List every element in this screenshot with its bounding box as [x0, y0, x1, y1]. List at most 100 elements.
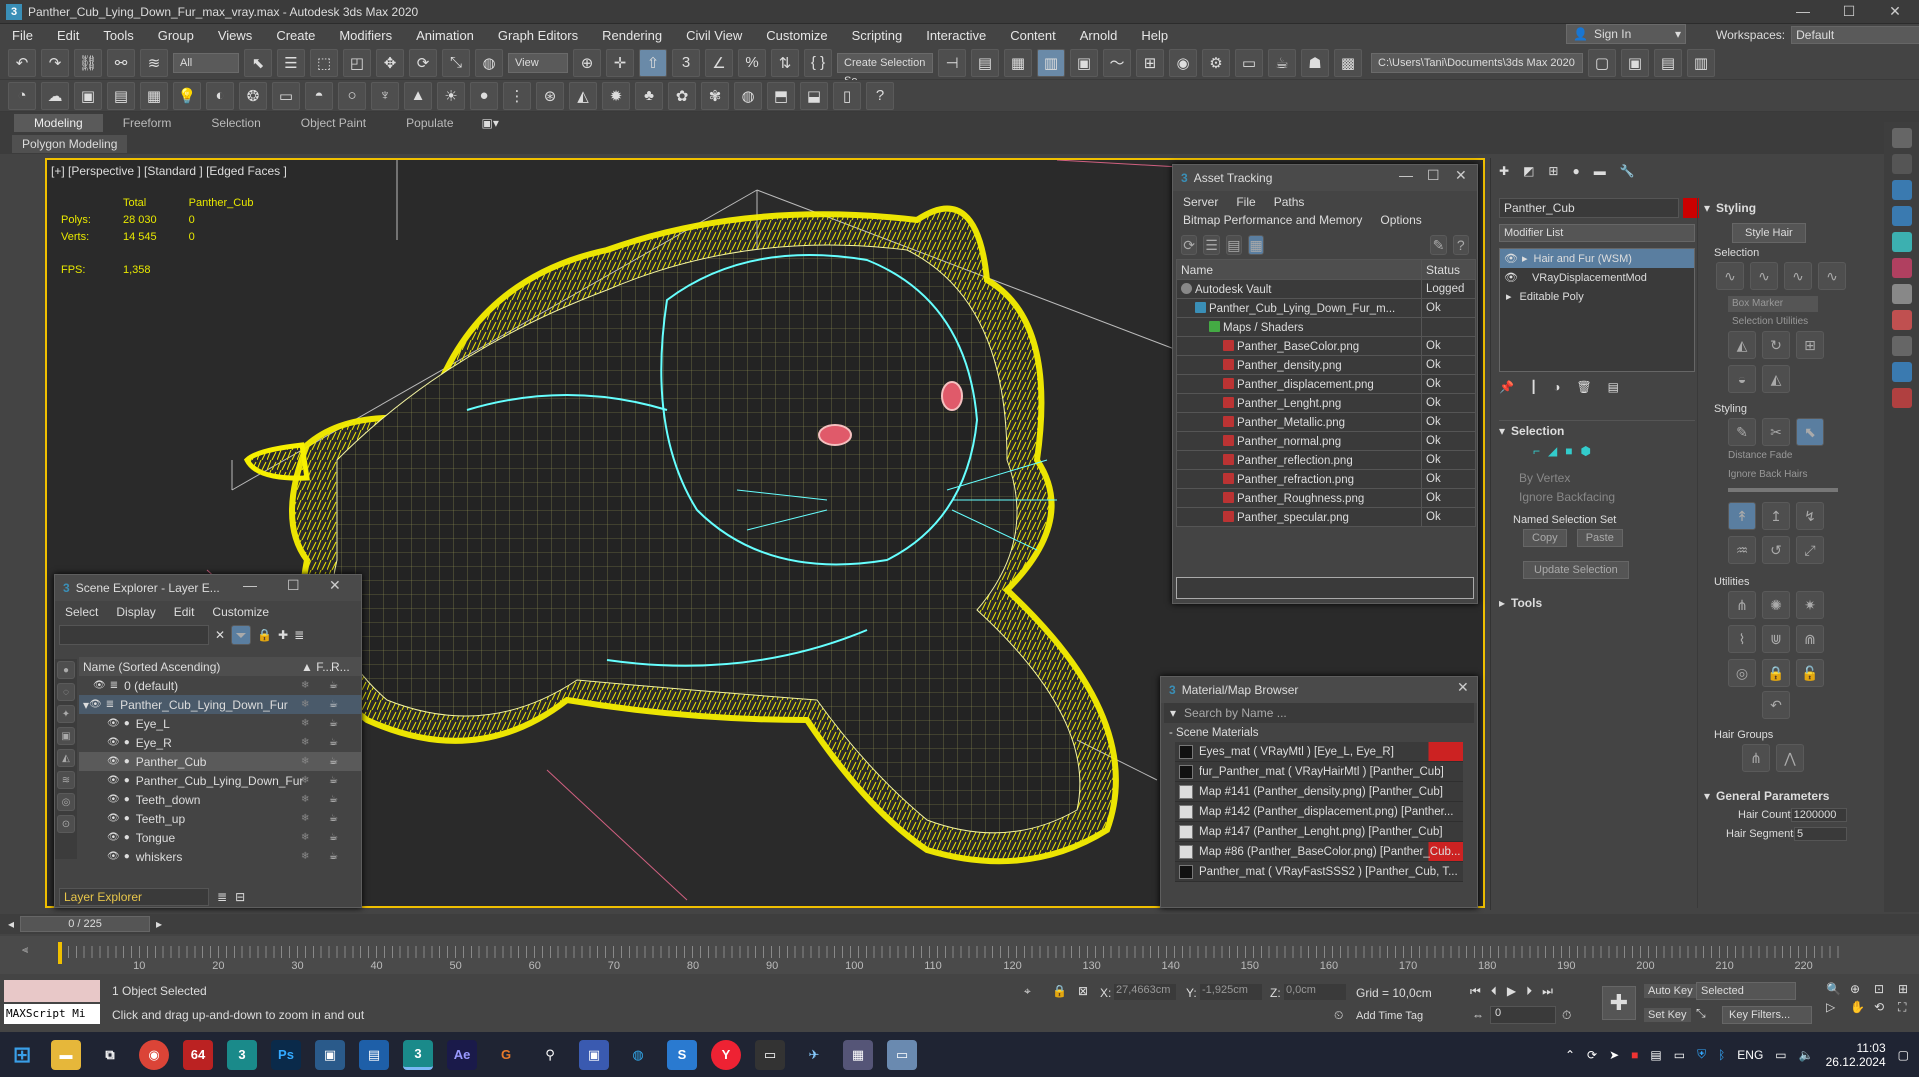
- style-hair-button[interactable]: Style Hair: [1732, 223, 1806, 243]
- asset-row[interactable]: Panther_Cub_Lying_Down_Fur_m... Ok: [1176, 298, 1476, 318]
- key-selection-select[interactable]: Selected: [1696, 982, 1796, 1000]
- merge-groups-icon[interactable]: ⋀: [1776, 744, 1804, 772]
- menu-civil-view[interactable]: Civil View: [674, 28, 754, 43]
- make-unique-icon[interactable]: ◑: [1553, 380, 1560, 394]
- hair-count-spinner[interactable]: 1200000: [1790, 807, 1847, 822]
- guides-icon[interactable]: ⌐: [1533, 444, 1540, 458]
- app-s-icon[interactable]: S: [667, 1039, 697, 1070]
- material-item[interactable]: Map #141 (Panther_density.png) [Panther_…: [1175, 782, 1463, 802]
- app-64-icon[interactable]: 64: [183, 1039, 213, 1070]
- bind-space-warp-icon[interactable]: ≋: [140, 48, 168, 77]
- material-item[interactable]: Map #142 (Panther_displacement.png) [Pan…: [1175, 802, 1463, 822]
- rendered-frame-icon[interactable]: ▭: [1235, 48, 1263, 77]
- hair-brush-icon[interactable]: ✎: [1728, 418, 1756, 446]
- menu-rendering[interactable]: Rendering: [590, 28, 674, 43]
- telegram-icon[interactable]: ✈: [799, 1040, 829, 1070]
- time-slider[interactable]: 0 / 225: [20, 916, 151, 932]
- calculator-icon[interactable]: ▦: [843, 1039, 873, 1070]
- expand-sel-icon[interactable]: ⊞: [1796, 331, 1824, 359]
- schematic-view-icon[interactable]: ⊞: [1136, 48, 1164, 77]
- vray-frame-icon[interactable]: ▯: [833, 81, 861, 110]
- tray-shield-icon[interactable]: ⛨: [1697, 1047, 1706, 1062]
- asset-row[interactable]: Panther_normal.png Ok: [1176, 431, 1476, 451]
- menu-interactive[interactable]: Interactive: [914, 28, 998, 43]
- scene-object-row[interactable]: 👁 ● Teeth_down ❄ ☕: [79, 790, 361, 809]
- asset-row[interactable]: Autodesk Vault Logged: [1176, 279, 1476, 299]
- asset-menu-options[interactable]: Options: [1380, 213, 1421, 227]
- undo-icon[interactable]: ↶: [8, 48, 36, 77]
- scene-object-row[interactable]: 👁 ● whiskers ❄ ☕: [79, 847, 361, 866]
- workspace-select[interactable]: Default: [1791, 26, 1919, 44]
- pivot-icon[interactable]: ⊕: [573, 48, 601, 77]
- tray-volume-icon[interactable]: 🔈: [1799, 1048, 1814, 1062]
- render-header[interactable]: R...: [331, 660, 350, 674]
- update-selection-button[interactable]: Update Selection: [1523, 561, 1629, 579]
- cloud-icon[interactable]: ☁: [41, 81, 69, 110]
- stack-item-vray-displacement[interactable]: 👁 VRayDisplacementMod: [1500, 268, 1694, 287]
- start-icon[interactable]: ⊞: [7, 1040, 37, 1070]
- renderable-icon[interactable]: ☕: [329, 851, 338, 862]
- material-item[interactable]: fur_Panther_mat ( VRayHairMtl ) [Panther…: [1175, 762, 1463, 782]
- align-icon[interactable]: ▤: [971, 48, 999, 77]
- play-icon[interactable]: ▶: [1507, 984, 1516, 999]
- asset-minimize-button[interactable]: —: [1399, 167, 1413, 183]
- key-filter-icon[interactable]: ⤡: [1696, 1006, 1706, 1021]
- snap-3d-icon[interactable]: 3: [672, 48, 700, 77]
- render-cloud-icon[interactable]: ▩: [1334, 48, 1362, 77]
- redo-icon[interactable]: ↷: [41, 48, 69, 77]
- scene-object-row[interactable]: 👁 ● Panther_Cub ❄ ☕: [79, 752, 361, 771]
- scene-close-button[interactable]: ✕: [329, 577, 341, 594]
- paste-button[interactable]: Paste: [1576, 529, 1623, 547]
- material-editor-icon[interactable]: ◉: [1169, 48, 1197, 77]
- curve-editor-icon[interactable]: 〜: [1103, 48, 1131, 77]
- time-config-icon[interactable]: ⏱: [1562, 1008, 1571, 1023]
- create-tab-icon[interactable]: ✚: [1499, 164, 1509, 178]
- scene-materials-section[interactable]: - Scene Materials: [1161, 723, 1477, 742]
- vray-sphere-icon[interactable]: ○: [338, 81, 366, 110]
- hide-icon[interactable]: ◒: [1728, 365, 1756, 393]
- ref-coord-select[interactable]: View: [508, 52, 568, 73]
- zoom-all-icon[interactable]: ⊕: [1850, 982, 1870, 996]
- maxscript-mini-listener[interactable]: MAXScript Mi: [4, 1004, 100, 1024]
- filter-xrefs-icon[interactable]: ⊙: [57, 815, 75, 833]
- attenuate-icon[interactable]: ⋔: [1728, 591, 1756, 619]
- scene-explorer-icon[interactable]: ▦: [1004, 48, 1032, 77]
- split-groups-icon[interactable]: ⋔: [1742, 744, 1770, 772]
- ribbon-toggle-icon[interactable]: ▣: [1070, 48, 1098, 77]
- scale-icon[interactable]: ⤡: [442, 48, 470, 77]
- scene-object-row[interactable]: 👁 ● Eye_R ❄ ☕: [79, 733, 361, 752]
- spinner-snap-icon[interactable]: ⇅: [771, 48, 799, 77]
- project-folder-icon[interactable]: ▢: [1588, 48, 1616, 77]
- expand-icon[interactable]: ▸: [1522, 252, 1528, 265]
- display-tab-icon[interactable]: ▬: [1594, 164, 1606, 178]
- scene-object-row[interactable]: 👁 ● Eye_L ❄ ☕: [79, 714, 361, 733]
- list-view-icon[interactable]: ☰: [1203, 235, 1220, 255]
- keyboard-shortcut-icon[interactable]: ⇧: [639, 48, 667, 77]
- freeze-icon[interactable]: ❄: [301, 794, 309, 805]
- strip-material-icon[interactable]: [1891, 258, 1912, 278]
- link-icon[interactable]: ⛓: [74, 48, 102, 77]
- percent-snap-icon[interactable]: %: [738, 48, 766, 77]
- select-hair-b-icon[interactable]: ∿: [1750, 262, 1778, 290]
- freeze-icon[interactable]: ❄: [301, 756, 309, 767]
- vray-fur2-icon[interactable]: ✾: [701, 81, 729, 110]
- menu-file[interactable]: File: [0, 28, 45, 43]
- scene-menu-customize[interactable]: Customize: [212, 605, 269, 619]
- after-effects-icon[interactable]: Ae: [447, 1039, 477, 1070]
- hair-segments-spinner[interactable]: 5: [1794, 826, 1847, 841]
- layer-default[interactable]: 👁 ≣ 0 (default) ❄ ☕: [79, 676, 361, 695]
- tray-red-icon[interactable]: ■: [1631, 1048, 1638, 1062]
- styling-rollout-title[interactable]: ▾ Styling: [1698, 198, 1847, 217]
- asset-row[interactable]: Panther_displacement.png Ok: [1176, 374, 1476, 394]
- configure-sets-icon[interactable]: ▤: [1608, 380, 1619, 394]
- select-hair-a-icon[interactable]: ∿: [1716, 262, 1744, 290]
- asset-row[interactable]: Panther_Metallic.png Ok: [1176, 412, 1476, 432]
- freeze-icon[interactable]: ❄: [301, 832, 309, 843]
- asset-row[interactable]: Maps / Shaders: [1176, 317, 1476, 337]
- vray-cone-icon[interactable]: ▲: [404, 81, 432, 110]
- select-hair-c-icon[interactable]: ∿: [1784, 262, 1812, 290]
- copy-button[interactable]: Copy: [1523, 529, 1567, 547]
- vray-export-icon[interactable]: ⬒: [767, 81, 795, 110]
- freeze-header[interactable]: ▲ F...: [301, 660, 332, 674]
- filter-icon[interactable]: ⏷: [231, 625, 252, 645]
